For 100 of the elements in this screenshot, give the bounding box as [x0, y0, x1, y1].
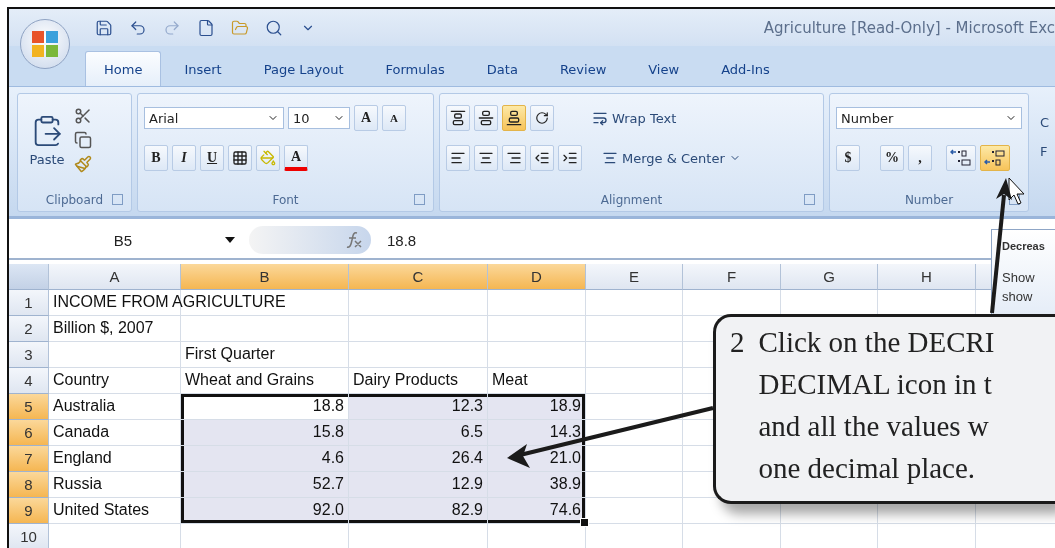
grow-font-button[interactable]: A [354, 105, 378, 132]
table-cell: 18.8 [181, 394, 349, 420]
window-title: Agriculture [Read-Only] - Microsoft Exc [763, 18, 1055, 37]
redo-icon [163, 18, 181, 37]
table-cell: 12.3 [349, 394, 488, 420]
align-bottom-icon [506, 110, 522, 127]
table-cell-text: Wheat and Grains [184, 370, 315, 391]
font-name-field[interactable]: Arial [144, 107, 284, 130]
column-header[interactable]: B [181, 264, 349, 290]
scissors-icon[interactable] [74, 107, 92, 126]
button-label[interactable]: F [1040, 144, 1050, 160]
mouse-pointer-icon [1008, 177, 1025, 205]
fill-color-button[interactable] [256, 145, 280, 172]
column-header[interactable]: H [878, 264, 976, 290]
magnifier-icon [265, 18, 283, 37]
callout-text: DECIMAL icon in t [758, 367, 992, 402]
ribbon-tab[interactable]: Formulas [366, 51, 464, 87]
function-icon [345, 231, 363, 250]
callout-text: and all the values w [758, 409, 989, 444]
save-icon [95, 18, 113, 37]
row-header[interactable]: 2 [9, 316, 49, 342]
column-header[interactable]: F [683, 264, 781, 290]
formula-field[interactable]: 18.8 [387, 231, 417, 249]
document-icon [197, 18, 215, 37]
align-middle-icon [478, 110, 494, 127]
column-header[interactable]: D [488, 264, 586, 290]
column-header[interactable]: G [781, 264, 878, 290]
currency-button[interactable]: $ [836, 145, 860, 172]
row-header[interactable]: 10 [9, 524, 49, 548]
table-cell-text: Canada [52, 422, 111, 443]
borders-button[interactable] [228, 145, 252, 172]
table-cell-text: First Quarter [184, 344, 276, 365]
table-cell: 6.5 [349, 420, 488, 446]
caret-icon[interactable] [225, 236, 235, 243]
increase-decimal-button[interactable] [946, 145, 976, 172]
row-header[interactable]: 9 [9, 498, 49, 524]
align-left-button[interactable] [446, 145, 470, 172]
tooltip-title: Decreas [1002, 240, 1045, 252]
ribbon-tab[interactable]: Insert [165, 51, 241, 87]
table-cell-text: United States [52, 500, 151, 521]
grid-icon [232, 150, 248, 167]
button-label[interactable]: C [1040, 115, 1050, 131]
paint-bucket-icon [260, 150, 276, 167]
align-top-icon [450, 110, 466, 127]
table-cell: 4.6 [181, 446, 349, 472]
table-cell: 92.0 [181, 498, 349, 524]
ribbon-tab[interactable]: Data [467, 51, 537, 87]
decrease-indent-button[interactable] [530, 145, 554, 172]
wrap-text-button[interactable]: Wrap Text [588, 105, 681, 132]
table-cell-text: Country [52, 370, 111, 391]
shrink-font-button[interactable]: A [382, 105, 406, 132]
group-label: Number [904, 192, 954, 207]
align-top-button[interactable] [446, 105, 470, 132]
ribbon-tab[interactable]: View [629, 51, 699, 87]
table-cell: 15.8 [181, 420, 349, 446]
table-cell-text: Meat [491, 370, 529, 391]
fill-handle[interactable] [580, 518, 589, 527]
rotate-icon [535, 111, 549, 126]
merge-center-button[interactable]: Merge & Center [598, 145, 745, 172]
column-header[interactable]: C [349, 264, 488, 290]
copy-icon[interactable] [74, 131, 92, 150]
row-header[interactable]: 3 [9, 342, 49, 368]
orientation-button[interactable] [530, 105, 554, 132]
folder-icon [231, 18, 249, 37]
ribbon-tab[interactable]: Page Layout [244, 51, 363, 87]
font-size-field[interactable]: 10 [288, 107, 350, 130]
tooltip-text: show [1002, 289, 1033, 304]
number-format-field[interactable]: Number [836, 107, 1022, 130]
align-center-button[interactable] [474, 145, 498, 172]
row-header[interactable]: 5 [9, 394, 49, 420]
row-header[interactable]: 7 [9, 446, 49, 472]
comma-button[interactable]: , [908, 145, 932, 172]
paste-button[interactable]: Paste [24, 98, 70, 183]
column-header[interactable]: E [586, 264, 683, 290]
name-box[interactable]: B5 [9, 222, 237, 258]
table-cell-text: Billion $, 2007 [52, 318, 155, 339]
font-color-button[interactable]: A [284, 145, 308, 172]
row-header[interactable]: 1 [9, 290, 49, 316]
align-bottom-button[interactable] [502, 105, 526, 132]
table-cell: 38.9 [488, 472, 586, 498]
group-label: Alignment [600, 192, 663, 207]
column-header[interactable]: A [49, 264, 181, 290]
underline-button[interactable]: U [200, 145, 224, 172]
ribbon-tab[interactable]: Add-Ins [702, 51, 789, 87]
group-label: Clipboard [45, 192, 104, 207]
row-header[interactable]: 6 [9, 420, 49, 446]
paintbrush-icon[interactable] [74, 155, 92, 174]
increase-indent-button[interactable] [558, 145, 582, 172]
row-header[interactable]: 8 [9, 472, 49, 498]
align-right-button[interactable] [502, 145, 526, 172]
row-header[interactable]: 4 [9, 368, 49, 394]
percent-button[interactable]: % [880, 145, 904, 172]
table-cell-text: INCOME FROM AGRICULTURE [52, 292, 287, 313]
align-middle-button[interactable] [474, 105, 498, 132]
bold-button[interactable]: B [144, 145, 168, 172]
decrease-decimal-button[interactable] [980, 145, 1010, 172]
ribbon-tab[interactable]: Home [85, 51, 162, 87]
italic-button[interactable]: I [172, 145, 196, 172]
callout-text: one decimal place. [758, 451, 976, 486]
ribbon-tab[interactable]: Review [540, 51, 626, 87]
